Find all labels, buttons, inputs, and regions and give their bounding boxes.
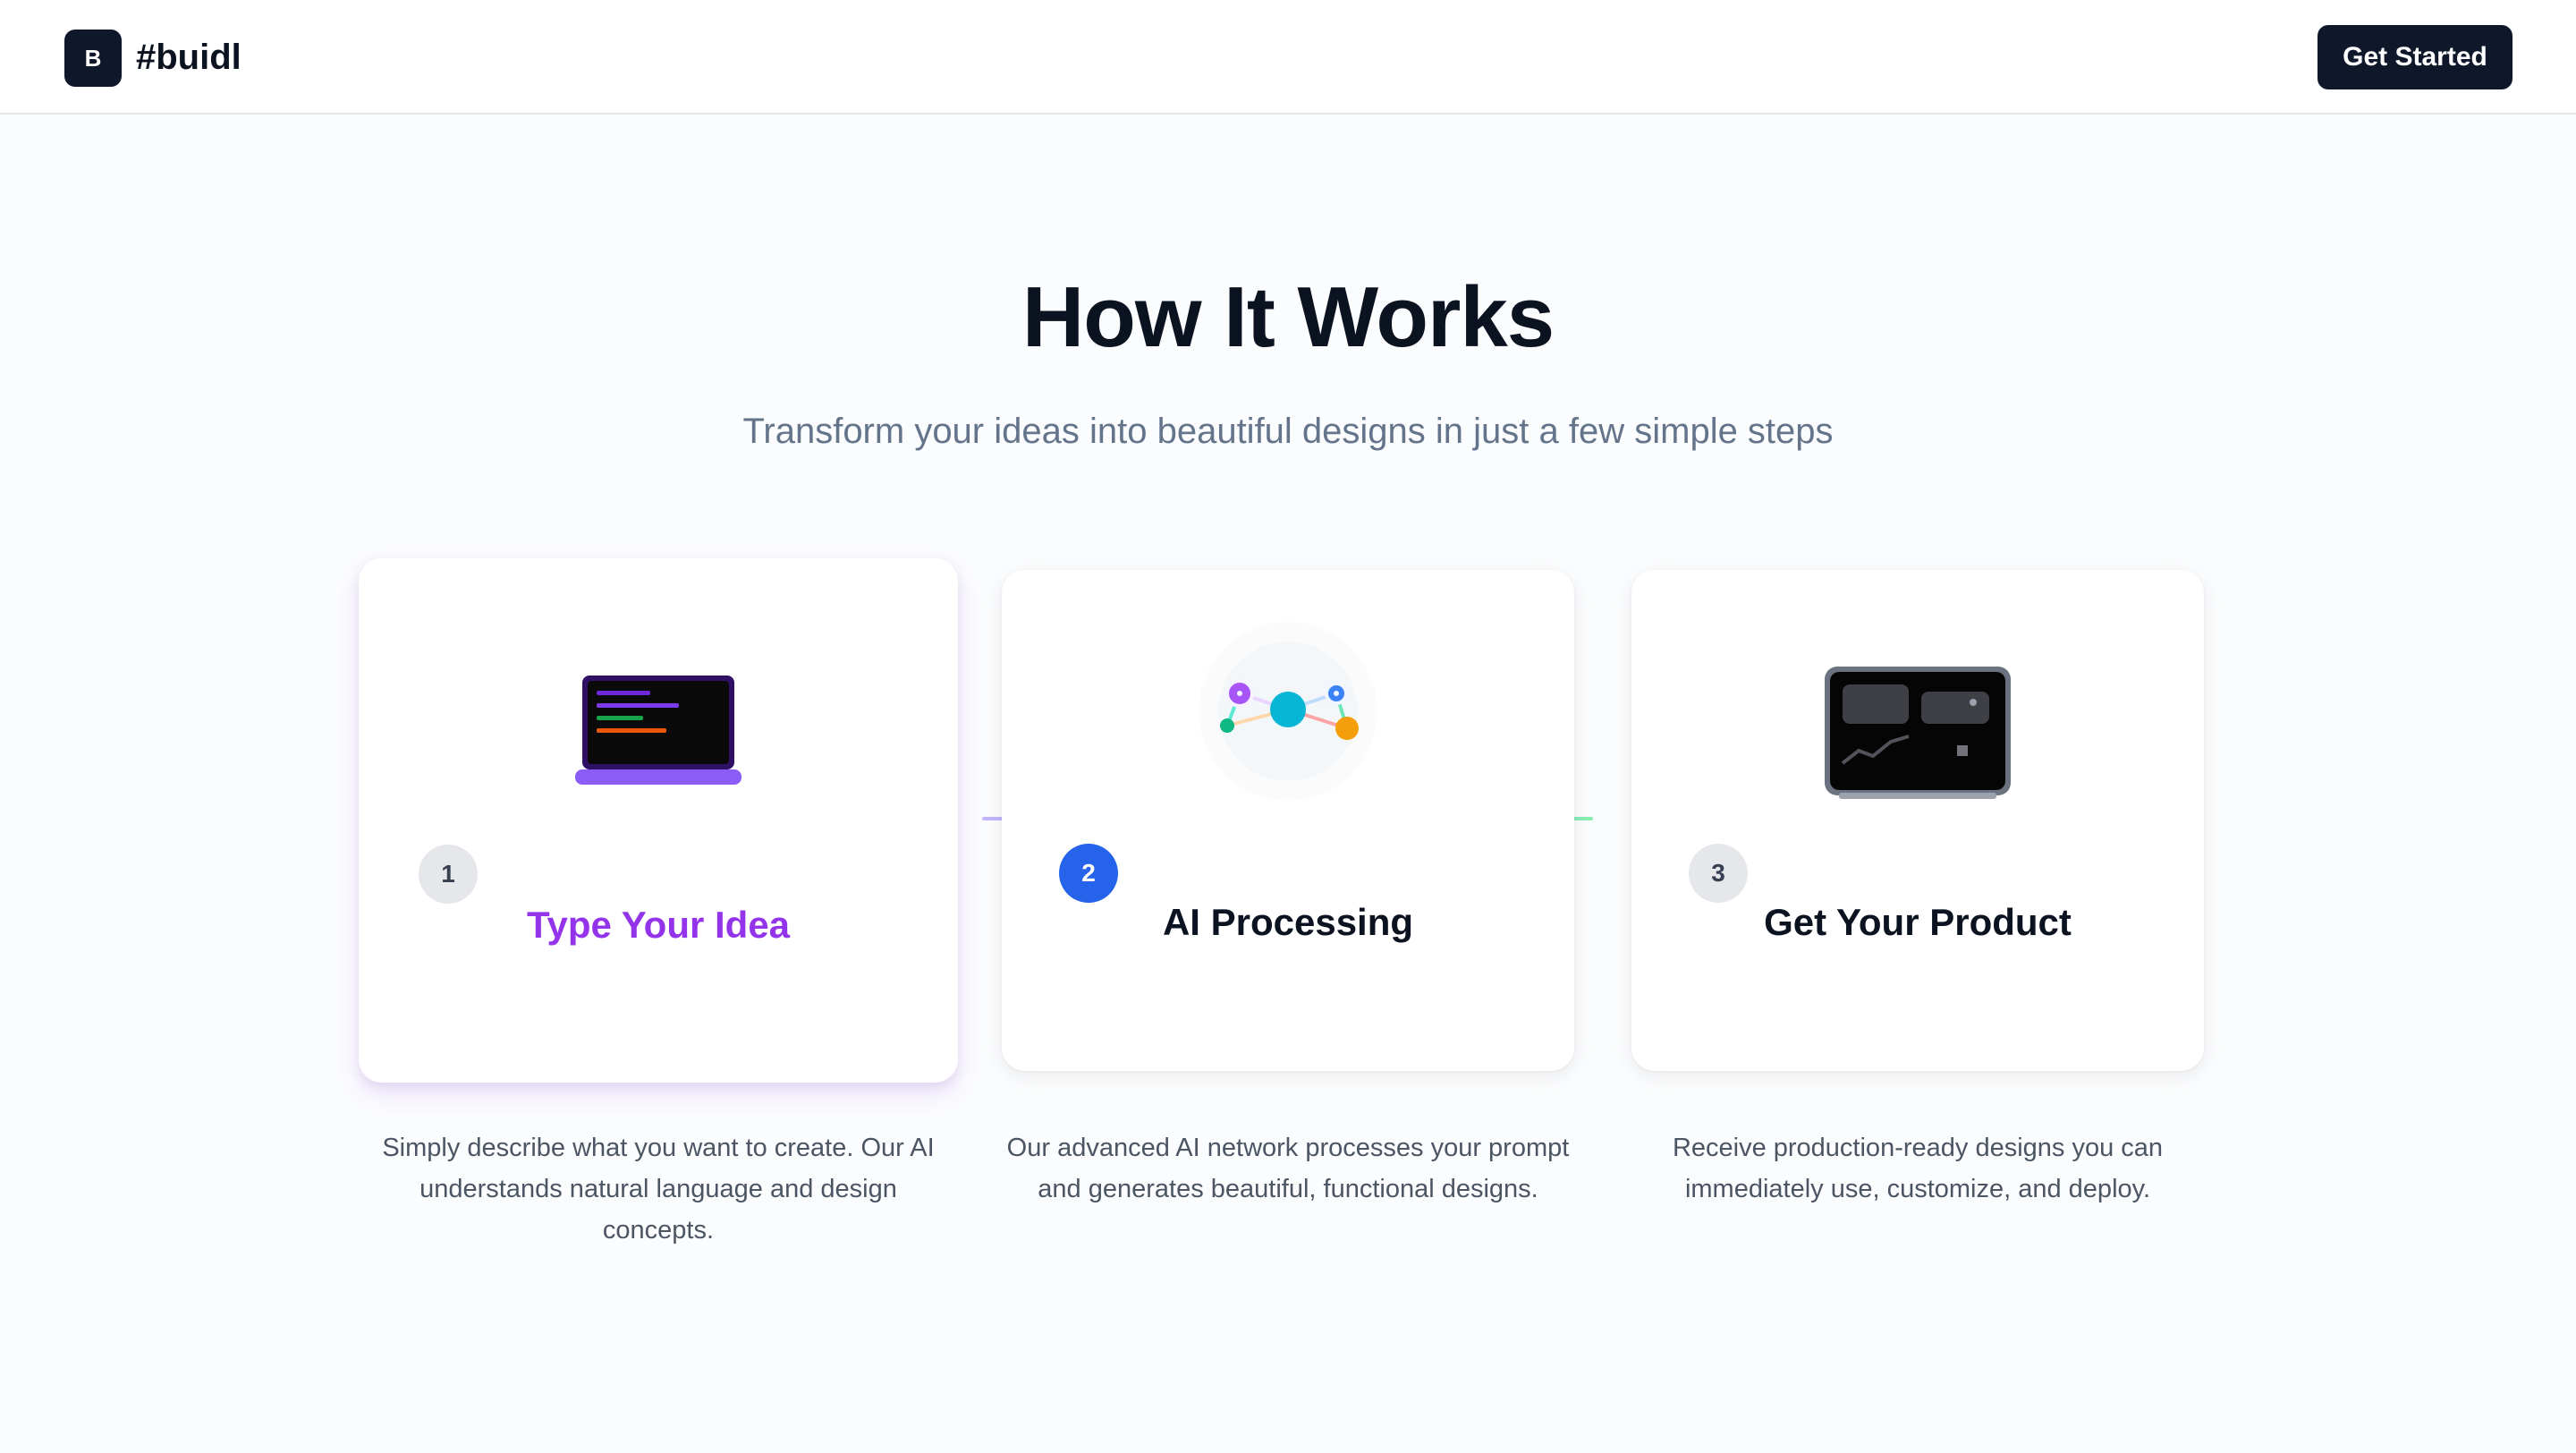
step-description-2: Our advanced AI network processes your p… (1006, 1134, 1570, 1203)
step-number-3: 3 (1689, 844, 1748, 903)
step-number-1: 1 (419, 845, 478, 904)
step-title-3: Get Your Product (1764, 901, 2072, 943)
page-title: How It Works (1021, 269, 1555, 365)
dashboard-screen-icon (1823, 665, 2012, 799)
step-number-2: 2 (1059, 844, 1118, 903)
step-card-2[interactable]: 2 AI Processing (1002, 570, 1574, 1071)
get-started-button[interactable]: Get Started (2318, 25, 2512, 89)
step-card-3[interactable]: 3 Get Your Product (1631, 570, 2204, 1071)
step-title-2: AI Processing (1162, 901, 1414, 943)
step-description-1: Simply describe what you want to create.… (382, 1134, 935, 1245)
step-description-3: Receive production-ready designs you can… (1672, 1134, 2164, 1203)
laptop-code-icon (573, 671, 743, 787)
top-navbar: B #buidl Get Started (0, 0, 2576, 115)
neural-network-icon (1172, 613, 1404, 810)
logo-badge[interactable]: B (64, 30, 122, 87)
step-title-1: Type Your Idea (526, 904, 791, 946)
brand-name[interactable]: #buidl (136, 34, 242, 81)
page-subtitle: Transform your ideas into beautiful desi… (742, 412, 1834, 451)
step-card-1[interactable]: 1 Type Your Idea (359, 558, 958, 1083)
